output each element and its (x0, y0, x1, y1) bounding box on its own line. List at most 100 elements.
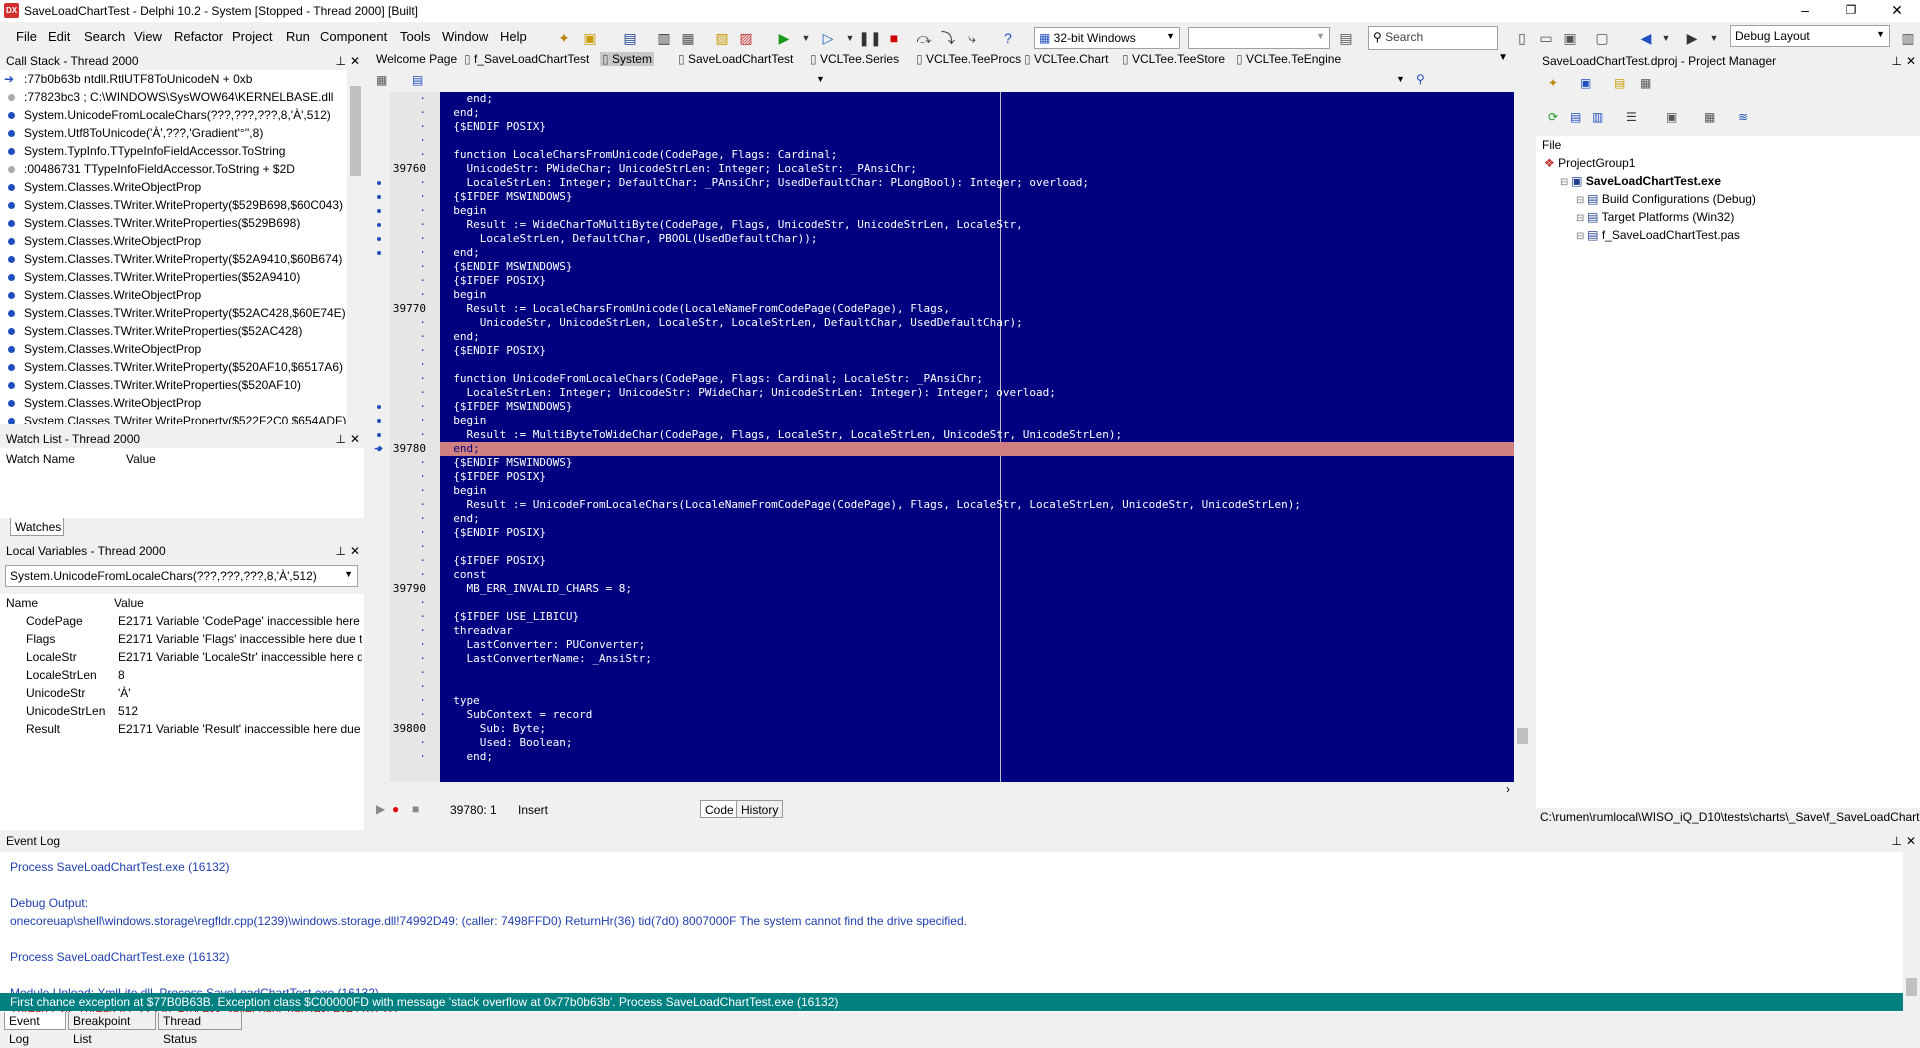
stop-icon[interactable]: ■ (884, 28, 904, 48)
minimize-button[interactable]: – (1782, 0, 1828, 22)
new-form-icon[interactable]: ▢ (1592, 28, 1612, 48)
project-tree-item[interactable]: ❖ ProjectGroup1 (1536, 154, 1920, 172)
back-icon[interactable]: ◀ (1636, 28, 1656, 48)
build-icon[interactable]: ▣ (1666, 110, 1677, 124)
code-line[interactable]: LocaleStrLen: Integer; UnicodeStr: PWide… (440, 386, 1514, 400)
call-stack-item[interactable]: :77823bc3 ; C:\WINDOWS\SysWOW64\KERNELBA… (0, 88, 364, 106)
executable-line-dot-icon[interactable] (377, 237, 381, 241)
back-dropdown-icon[interactable]: ▼ (1656, 28, 1676, 48)
code-line[interactable]: end; (440, 246, 1514, 260)
code-line[interactable]: Result := WideCharToMultiByte(CodePage, … (440, 218, 1514, 232)
code-line[interactable]: Used: Boolean; (440, 736, 1514, 750)
stack-frame-select[interactable]: System.UnicodeFromLocaleChars(???,???,??… (5, 565, 358, 587)
menu-refactor[interactable]: Refactor (174, 29, 223, 44)
forward-dropdown-icon[interactable]: ▼ (1704, 28, 1724, 48)
executable-line-dot-icon[interactable] (377, 223, 381, 227)
help-icon[interactable]: ? (998, 28, 1018, 48)
event-log-line[interactable] (10, 966, 1900, 984)
play-macro-icon[interactable]: ▶ (376, 802, 385, 816)
code-line[interactable]: SubContext = record (440, 708, 1514, 722)
code-line[interactable]: LocaleStrLen: Integer; DefaultChar: _PAn… (440, 176, 1514, 190)
step-over-icon[interactable]: ⤼ (914, 28, 934, 48)
menu-help[interactable]: Help (500, 29, 527, 44)
refresh-icon[interactable]: ⟳ (1548, 110, 1558, 124)
code-line[interactable]: {$ENDIF MSWINDOWS} (440, 456, 1514, 470)
add-file-icon[interactable]: ▧ (712, 28, 732, 48)
close-icon[interactable]: ✕ (1906, 833, 1916, 850)
close-icon[interactable]: ✕ (350, 431, 360, 448)
code-line[interactable]: end; (440, 750, 1514, 764)
sort-icon[interactable]: ☰ (1626, 110, 1637, 124)
event-log-selected-line[interactable]: First chance exception at $77B0B63B. Exc… (0, 993, 1903, 1011)
code-line[interactable]: threadvar (440, 624, 1514, 638)
pin-icon[interactable]: ⊥ (336, 53, 346, 70)
call-stack-item[interactable]: System.Classes.TWriter.WriteProperty($52… (0, 196, 364, 214)
run-icon[interactable]: ▶ (774, 28, 794, 48)
expand-toggle-icon[interactable]: ⊟ (1576, 213, 1587, 224)
event-log-line[interactable]: Debug Output: (10, 894, 1900, 912)
find-icon[interactable]: ⚲ (1416, 72, 1425, 86)
compile-icon[interactable]: ≋ (1738, 110, 1748, 124)
close-icon[interactable]: ✕ (350, 543, 360, 560)
code-line[interactable]: function LocaleCharsFromUnicode(CodePage… (440, 148, 1514, 162)
layout-select[interactable]: Debug Layout ▼ (1730, 25, 1890, 47)
menu-run[interactable]: Run (286, 29, 310, 44)
menu-edit[interactable]: Edit (48, 29, 70, 44)
call-stack-item[interactable]: System.Classes.TWriter.WriteProperties($… (0, 214, 364, 232)
code-line[interactable]: UnicodeStr: PWideChar; UnicodeStrLen: In… (440, 162, 1514, 176)
code-line[interactable] (440, 540, 1514, 554)
code-line[interactable] (440, 358, 1514, 372)
menu-tools[interactable]: Tools (400, 29, 430, 44)
call-stack-item[interactable]: System.Classes.TWriter.WriteProperty($52… (0, 412, 364, 424)
call-stack-item[interactable]: System.Classes.WriteObjectProp (0, 178, 364, 196)
code-line[interactable]: begin (440, 484, 1514, 498)
editor-tab-f-saveloadcharttest[interactable]: ▯ f_SaveLoadChartTest (464, 52, 589, 66)
record-macro-icon[interactable]: ● (392, 802, 399, 816)
executable-line-dot-icon[interactable] (377, 209, 381, 213)
call-stack-item[interactable]: System.Classes.WriteObjectProp (0, 232, 364, 250)
expand-toggle-icon[interactable]: ⊟ (1576, 195, 1587, 206)
local-var-row[interactable]: Result E2171 Variable 'Result' inaccessib… (0, 720, 364, 738)
event-log-line[interactable] (10, 876, 1900, 894)
tab-history[interactable]: History (736, 800, 784, 818)
editor-tab-vcltee-teestore[interactable]: ▯ VCLTee.TeeStore (1122, 52, 1225, 66)
view-unit-icon[interactable]: ▯ (1512, 28, 1532, 48)
project-tree-item[interactable]: ⊟ ▤ f_SaveLoadChartTest.pas (1536, 226, 1920, 244)
run-to-cursor-icon[interactable]: ⤷ (962, 28, 982, 48)
chevron-right-icon[interactable]: › (1506, 782, 1510, 796)
config-select[interactable]: ▼ (1188, 27, 1330, 49)
executable-line-dot-icon[interactable] (377, 251, 381, 255)
editor-tab-vcltee-teeprocs[interactable]: ▯ VCLTee.TeeProcs (916, 52, 1021, 66)
code-line[interactable]: end; (440, 92, 1514, 106)
folder-icon[interactable]: ▤ (1614, 76, 1625, 90)
code-line[interactable]: Result := LocaleCharsFromUnicode(LocaleN… (440, 302, 1514, 316)
call-stack-item[interactable]: System.Classes.WriteObjectProp (0, 394, 364, 412)
event-log-line[interactable]: onecoreuap\shell\windows.storage\regfldr… (10, 912, 1900, 930)
toggle-form-unit-icon[interactable]: ▣ (1560, 28, 1580, 48)
menu-component[interactable]: Component (320, 29, 387, 44)
code-line[interactable]: LastConverterName: _AnsiStr; (440, 652, 1514, 666)
run-nodebug-dropdown-icon[interactable]: ▼ (840, 28, 860, 48)
structure-icon[interactable]: ▦ (376, 73, 387, 87)
editor-tab-vcltee-teengine[interactable]: ▯ VCLTee.TeEngine (1236, 52, 1341, 66)
executable-line-dot-icon[interactable] (377, 405, 381, 409)
code-line[interactable]: begin (440, 204, 1514, 218)
save-all-icon[interactable]: ▥ (654, 28, 674, 48)
code-line[interactable]: begin (440, 288, 1514, 302)
run-dropdown-icon[interactable]: ▼ (796, 28, 816, 48)
code-line[interactable]: end; (440, 106, 1514, 120)
project-tree-item[interactable]: ⊟ ▣ SaveLoadChartTest.exe (1536, 172, 1920, 190)
settings-icon[interactable]: ▤ (1336, 28, 1356, 48)
call-stack-item[interactable]: System.Classes.TWriter.WriteProperties($… (0, 376, 364, 394)
forward-icon[interactable]: ▶ (1682, 28, 1702, 48)
editor-hscrollbar[interactable]: › (370, 782, 1516, 798)
event-log-scrollbar[interactable] (1903, 852, 1920, 1012)
tab-event-log[interactable]: Event Log (4, 1012, 66, 1046)
menu-view[interactable]: View (134, 29, 162, 44)
expand-icon[interactable]: ▤ (1570, 110, 1581, 124)
pin-icon[interactable]: ⊥ (1892, 53, 1902, 70)
executable-line-dot-icon[interactable] (377, 419, 381, 423)
code-line[interactable]: function UnicodeFromLocaleChars(CodePage… (440, 372, 1514, 386)
local-var-row[interactable]: UnicodeStrLen 512 (0, 702, 364, 720)
call-stack-item[interactable]: System.Classes.TWriter.WriteProperty($52… (0, 304, 364, 322)
